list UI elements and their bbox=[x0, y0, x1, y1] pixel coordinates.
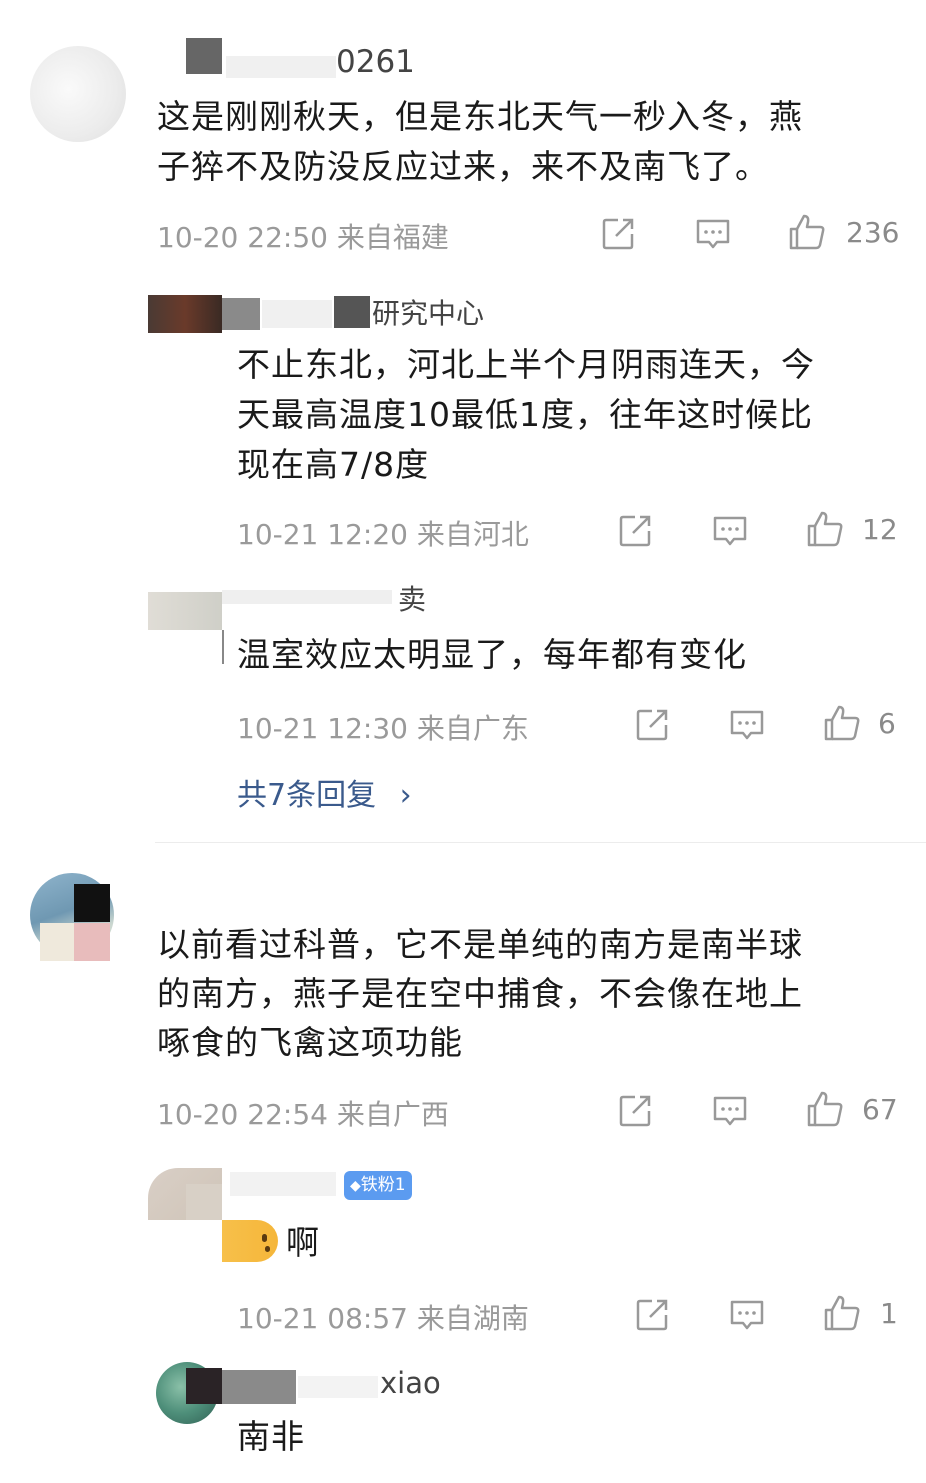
avatar-blur bbox=[186, 1368, 222, 1404]
emoji-icon bbox=[222, 1220, 278, 1262]
reply-text-line: 现在高7/8度 bbox=[237, 445, 430, 484]
avatar-edge bbox=[222, 630, 224, 664]
comment-text-line: 这是刚刚秋天，但是东北天气一秒入冬，燕 bbox=[157, 97, 803, 136]
reply-meta: 10-21 12:20 来自河北 bbox=[237, 518, 529, 551]
comment-meta: 10-20 22:50 来自福建 bbox=[157, 221, 449, 254]
share-icon[interactable] bbox=[615, 511, 655, 551]
username[interactable]: 0261 bbox=[336, 44, 415, 80]
like-icon[interactable] bbox=[787, 212, 827, 252]
like-count: 6 bbox=[878, 707, 896, 740]
like-icon[interactable] bbox=[822, 703, 862, 743]
reply-text: 南非 bbox=[237, 1417, 305, 1456]
comment-icon[interactable] bbox=[710, 511, 750, 551]
like-count: 1 bbox=[880, 1297, 898, 1330]
comment-text-line: 的南方，燕子是在空中捕食，不会像在地上 bbox=[157, 974, 803, 1013]
like-icon[interactable] bbox=[805, 1089, 845, 1129]
reply-text: 啊 bbox=[286, 1223, 320, 1262]
username-blur bbox=[226, 56, 336, 78]
reply-meta: 10-21 08:57 来自湖南 bbox=[237, 1302, 529, 1335]
username[interactable]: 研究中心 bbox=[372, 292, 484, 332]
like-icon[interactable] bbox=[822, 1293, 862, 1333]
avatar[interactable] bbox=[30, 46, 126, 142]
more-replies-label: 共7条回复 bbox=[237, 778, 377, 813]
username[interactable]: xiao bbox=[380, 1366, 441, 1400]
comment-text-line: 子猝不及防没反应过来，来不及南飞了。 bbox=[157, 147, 769, 186]
username-blur bbox=[298, 1376, 378, 1398]
avatar[interactable] bbox=[148, 592, 222, 630]
share-icon[interactable] bbox=[632, 1295, 672, 1335]
username-blur bbox=[222, 298, 260, 330]
chevron-right-icon: › bbox=[399, 778, 412, 813]
fan-badge: ◆铁粉1 bbox=[344, 1171, 412, 1200]
username-blur bbox=[230, 1172, 336, 1196]
avatar-blur bbox=[186, 1184, 222, 1220]
divider bbox=[155, 842, 926, 843]
like-count: 12 bbox=[862, 513, 898, 546]
like-count: 67 bbox=[862, 1093, 898, 1126]
username-blur bbox=[186, 38, 222, 74]
fan-badge-label: 铁粉1 bbox=[360, 1175, 406, 1195]
avatar[interactable] bbox=[148, 295, 222, 333]
username-blur bbox=[262, 300, 332, 328]
avatar-blur bbox=[40, 923, 74, 961]
avatar-blur bbox=[74, 923, 110, 961]
reply-text-line: 天最高温度10最低1度，往年这时候比 bbox=[237, 395, 813, 434]
reply-text-line: 不止东北，河北上半个月阴雨连天，今 bbox=[237, 345, 815, 384]
comment-icon[interactable] bbox=[727, 1295, 767, 1335]
avatar-blur bbox=[74, 884, 110, 922]
username-blur bbox=[222, 590, 392, 604]
share-icon[interactable] bbox=[615, 1091, 655, 1131]
share-icon[interactable] bbox=[598, 214, 638, 254]
comment-text-line: 啄食的飞禽这项功能 bbox=[157, 1023, 463, 1062]
username-blur bbox=[334, 296, 370, 328]
username-blur bbox=[222, 1370, 296, 1404]
more-replies-link[interactable]: 共7条回复 › bbox=[237, 770, 412, 814]
emoji-eye bbox=[265, 1246, 270, 1252]
comment-icon[interactable] bbox=[710, 1091, 750, 1131]
reply-text-line: 温室效应太明显了，每年都有变化 bbox=[237, 635, 747, 674]
comment-meta: 10-20 22:54 来自广西 bbox=[157, 1098, 449, 1131]
username[interactable]: 卖 bbox=[398, 578, 426, 618]
emoji-eye bbox=[262, 1234, 267, 1242]
reply-meta: 10-21 12:30 来自广东 bbox=[237, 712, 529, 745]
share-icon[interactable] bbox=[632, 705, 672, 745]
diamond-icon: ◆ bbox=[350, 1178, 361, 1194]
comment-icon[interactable] bbox=[693, 214, 733, 254]
comment-text-line: 以前看过科普，它不是单纯的南方是南半球 bbox=[157, 925, 803, 964]
like-count: 236 bbox=[846, 216, 900, 249]
comment-icon[interactable] bbox=[727, 705, 767, 745]
like-icon[interactable] bbox=[805, 509, 845, 549]
